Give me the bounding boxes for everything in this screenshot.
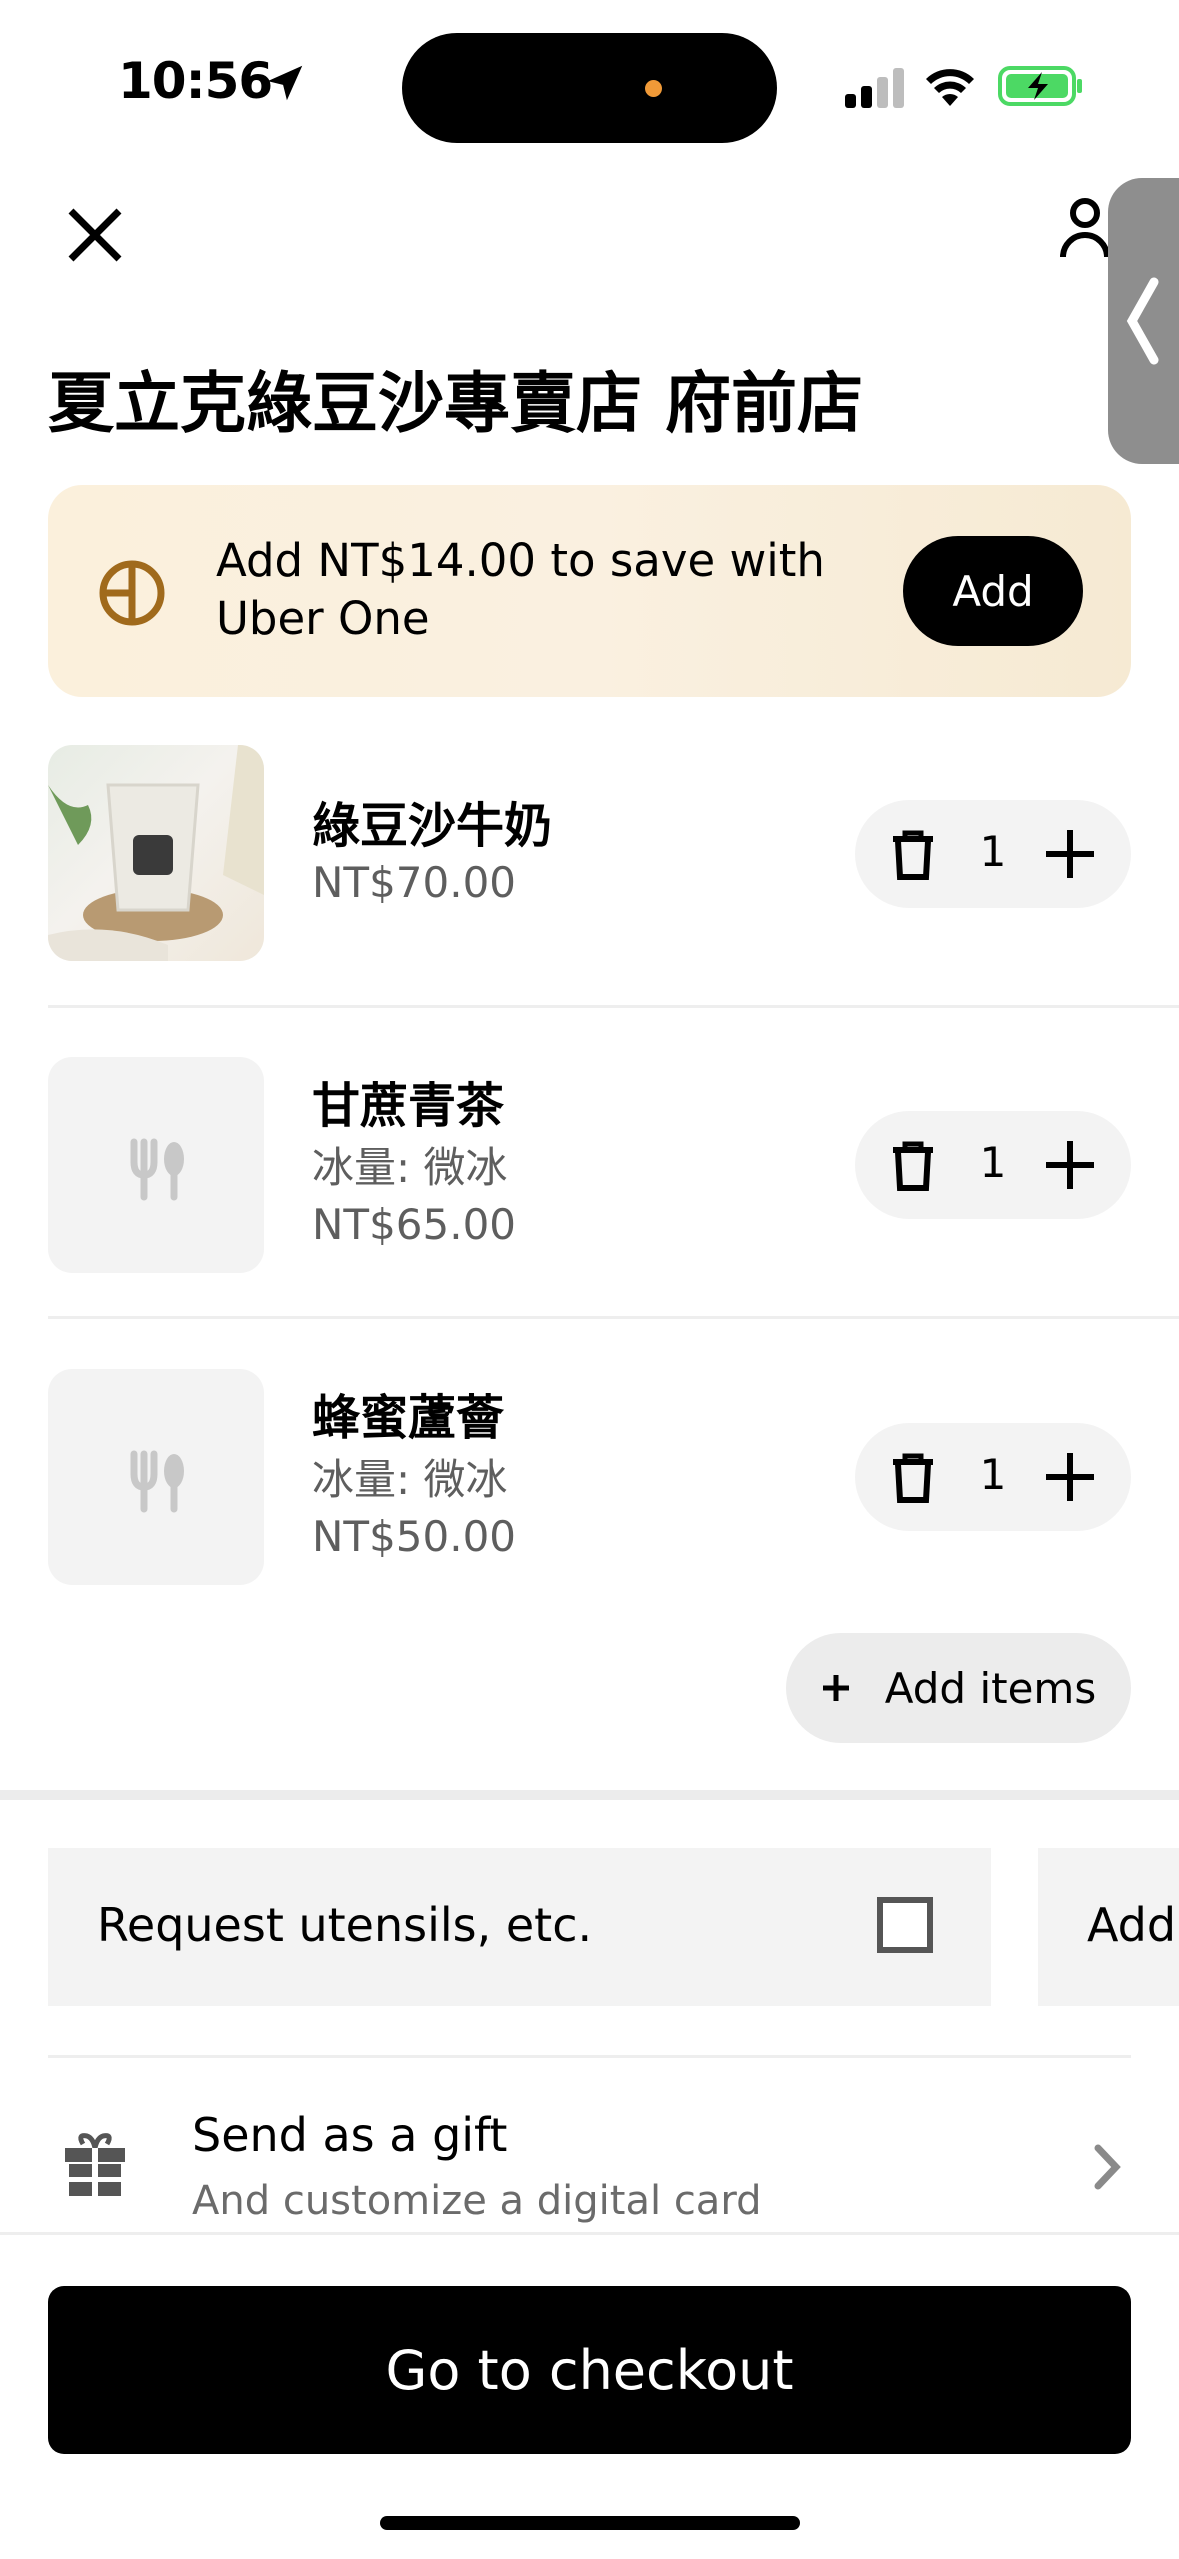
utensils-placeholder-icon bbox=[130, 1138, 184, 1201]
dynamic-island bbox=[402, 33, 777, 143]
item-price: NT$50.00 bbox=[312, 1512, 517, 1561]
item-name: 蜂蜜蘆薈 bbox=[312, 1390, 505, 1446]
cellular-signal-icon bbox=[845, 68, 904, 108]
send-as-gift-subtitle: And customize a digital card bbox=[192, 2178, 762, 2224]
request-utensils-label: Request utensils, etc. bbox=[97, 1898, 593, 1952]
close-button[interactable] bbox=[55, 195, 135, 275]
status-time: 10:56 bbox=[118, 52, 273, 110]
gift-icon bbox=[65, 2133, 125, 2196]
item-option: 冰量: 微冰 bbox=[312, 1143, 508, 1192]
chevron-right-icon[interactable] bbox=[1090, 2142, 1124, 2192]
location-arrow-icon bbox=[267, 65, 303, 101]
camera-indicator-dot bbox=[645, 80, 662, 97]
item-price: NT$65.00 bbox=[312, 1200, 517, 1249]
trash-icon[interactable] bbox=[885, 827, 941, 883]
section-separator bbox=[0, 1790, 1179, 1800]
item-image[interactable] bbox=[48, 745, 264, 961]
store-title: 夏立克綠豆沙專賣店 府前店 bbox=[48, 365, 863, 442]
quantity-value: 1 bbox=[979, 1450, 1007, 1499]
quantity-stepper: 1 bbox=[855, 1111, 1131, 1219]
plus-icon[interactable] bbox=[1040, 1447, 1100, 1507]
quantity-value: 1 bbox=[979, 827, 1007, 876]
uber-one-icon bbox=[99, 560, 165, 626]
go-to-checkout-button[interactable]: Go to checkout bbox=[48, 2286, 1131, 2454]
trash-icon[interactable] bbox=[885, 1138, 941, 1194]
battery-charging-icon bbox=[998, 66, 1082, 106]
uber-one-add-button[interactable]: Add bbox=[903, 536, 1083, 646]
drink-photo bbox=[48, 745, 264, 961]
item-option: 冰量: 微冰 bbox=[312, 1455, 508, 1504]
promo-text: Add NT$14.00 to save with Uber One bbox=[216, 534, 825, 645]
home-indicator bbox=[380, 2516, 800, 2530]
item-name: 綠豆沙牛奶 bbox=[312, 798, 553, 854]
item-image-placeholder[interactable] bbox=[48, 1369, 264, 1585]
quantity-value: 1 bbox=[979, 1138, 1007, 1187]
quantity-stepper: 1 bbox=[855, 800, 1131, 908]
close-icon bbox=[68, 208, 122, 262]
gift-divider bbox=[48, 2055, 1131, 2058]
item-divider bbox=[48, 1316, 1179, 1319]
add-items-label: Add items bbox=[884, 1663, 1097, 1713]
utensils-placeholder-icon bbox=[130, 1450, 184, 1513]
item-name: 甘蔗青茶 bbox=[312, 1078, 505, 1134]
utensils-checkbox[interactable] bbox=[877, 1897, 933, 1953]
quantity-stepper: 1 bbox=[855, 1423, 1131, 1531]
trash-icon[interactable] bbox=[885, 1450, 941, 1506]
wifi-icon bbox=[926, 69, 974, 106]
plus-icon[interactable] bbox=[1040, 1135, 1100, 1195]
add-items-button[interactable]: Add items bbox=[786, 1633, 1131, 1743]
plus-icon[interactable] bbox=[1040, 824, 1100, 884]
item-price: NT$70.00 bbox=[312, 858, 517, 907]
chevron-left-icon bbox=[1126, 277, 1159, 365]
plus-icon bbox=[822, 1675, 849, 1701]
add-note-label: Add bbox=[1087, 1898, 1177, 1952]
send-as-gift-title[interactable]: Send as a gift bbox=[192, 2108, 507, 2162]
item-image-placeholder[interactable] bbox=[48, 1057, 264, 1273]
item-divider bbox=[48, 1005, 1179, 1008]
